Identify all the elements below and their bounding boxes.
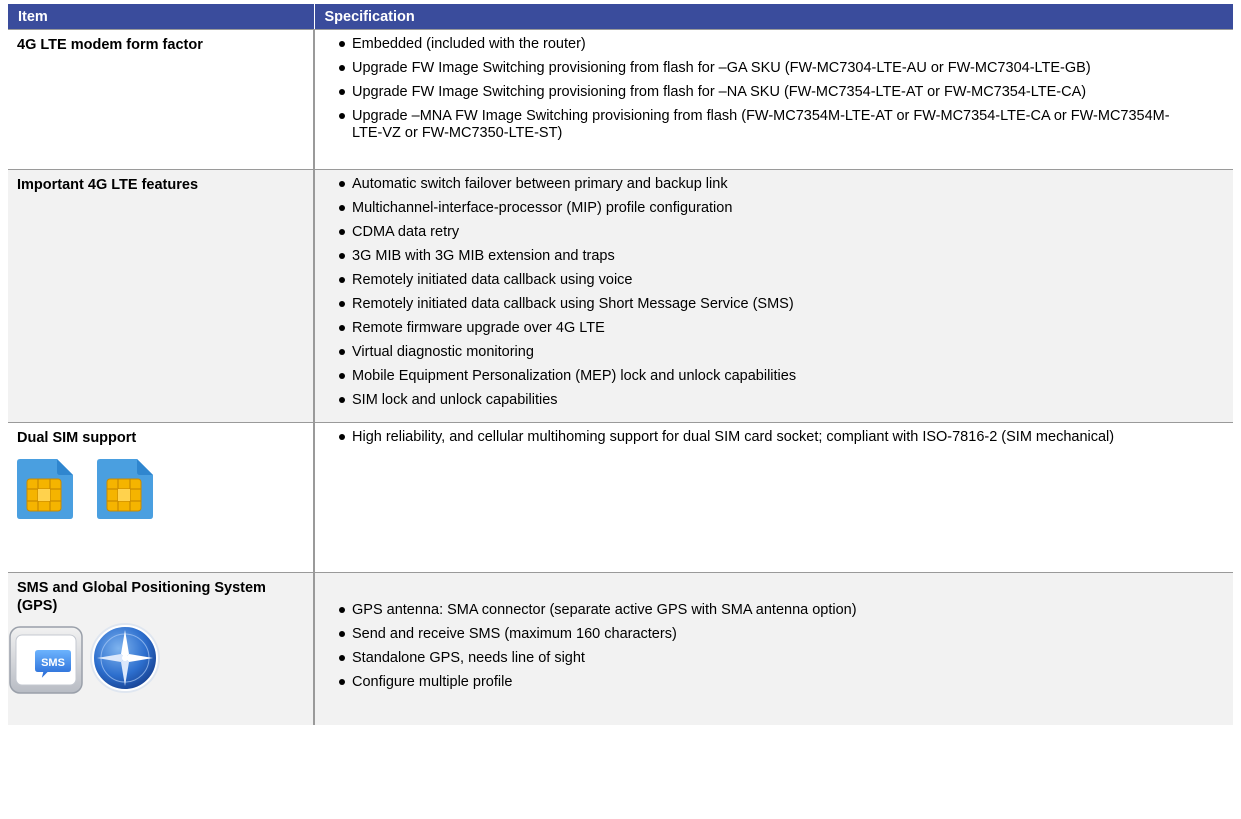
table-header-row: Item Specification	[8, 4, 1233, 30]
table-row: 4G LTE modem form factor Embedded (inclu…	[8, 29, 1233, 170]
list-item: Remotely initiated data callback using S…	[338, 296, 1193, 313]
spec-list: GPS antenna: SMA connector (separate act…	[338, 602, 1193, 691]
list-item: Automatic switch failover between primar…	[338, 176, 1193, 193]
spec-cell: GPS antenna: SMA connector (separate act…	[314, 572, 1233, 725]
item-cell-sms-gps: SMS and Global Positioning System (GPS)	[8, 572, 315, 725]
item-cell-modem-form-factor: 4G LTE modem form factor	[8, 29, 315, 170]
list-item: Upgrade FW Image Switching provisioning …	[338, 84, 1193, 101]
column-header-item: Item	[8, 4, 314, 30]
spec-cell: Embedded (included with the router) Upgr…	[314, 29, 1233, 170]
list-item: Standalone GPS, needs line of sight	[338, 650, 1193, 667]
list-item: Virtual diagnostic monitoring	[338, 344, 1193, 361]
sim-icons	[17, 459, 303, 519]
list-item: CDMA data retry	[338, 224, 1193, 241]
list-item: Upgrade –MNA FW Image Switching provisio…	[338, 108, 1193, 142]
spec-list: Embedded (included with the router) Upgr…	[338, 36, 1193, 142]
list-item: High reliability, and cellular multihomi…	[338, 429, 1193, 446]
compass-icon	[90, 623, 160, 693]
specification-table: Item Specification 4G LTE modem form fac…	[8, 4, 1233, 725]
list-item: Configure multiple profile	[338, 674, 1193, 691]
item-cell-lte-features: Important 4G LTE features	[8, 169, 315, 423]
table-row: SMS and Global Positioning System (GPS)	[8, 572, 1233, 725]
list-item: Remotely initiated data callback using v…	[338, 272, 1193, 289]
column-header-specification: Specification	[313, 4, 1233, 30]
spec-cell: High reliability, and cellular multihomi…	[314, 422, 1233, 573]
spec-cell: Automatic switch failover between primar…	[314, 169, 1233, 423]
table-row: Important 4G LTE features Automatic swit…	[8, 169, 1233, 423]
list-item: 3G MIB with 3G MIB extension and traps	[338, 248, 1193, 265]
list-item: GPS antenna: SMA connector (separate act…	[338, 602, 1193, 619]
item-cell-dual-sim: Dual SIM support	[8, 422, 315, 573]
list-item: Remote firmware upgrade over 4G LTE	[338, 320, 1193, 337]
sms-icon: SMS	[9, 626, 83, 694]
list-item: SIM lock and unlock capabilities	[338, 392, 1193, 409]
sms-icon-label: SMS	[41, 657, 65, 669]
table-row: Dual SIM support High reliability, and c…	[8, 422, 1233, 573]
spec-list: High reliability, and cellular multihomi…	[338, 429, 1193, 446]
spec-list: Automatic switch failover between primar…	[338, 176, 1193, 409]
item-label: SMS and Global Positioning System (GPS)	[17, 580, 266, 614]
sms-gps-icons: SMS	[8, 621, 303, 697]
item-label: Dual SIM support	[17, 430, 137, 446]
list-item: Multichannel-interface-processor (MIP) p…	[338, 200, 1193, 217]
list-item: Mobile Equipment Personalization (MEP) l…	[338, 368, 1193, 385]
list-item: Embedded (included with the router)	[338, 36, 1193, 53]
list-item: Upgrade FW Image Switching provisioning …	[338, 60, 1193, 77]
sim-card-icon	[97, 459, 153, 519]
list-item: Send and receive SMS (maximum 160 charac…	[338, 626, 1193, 643]
sim-card-icon	[17, 459, 73, 519]
